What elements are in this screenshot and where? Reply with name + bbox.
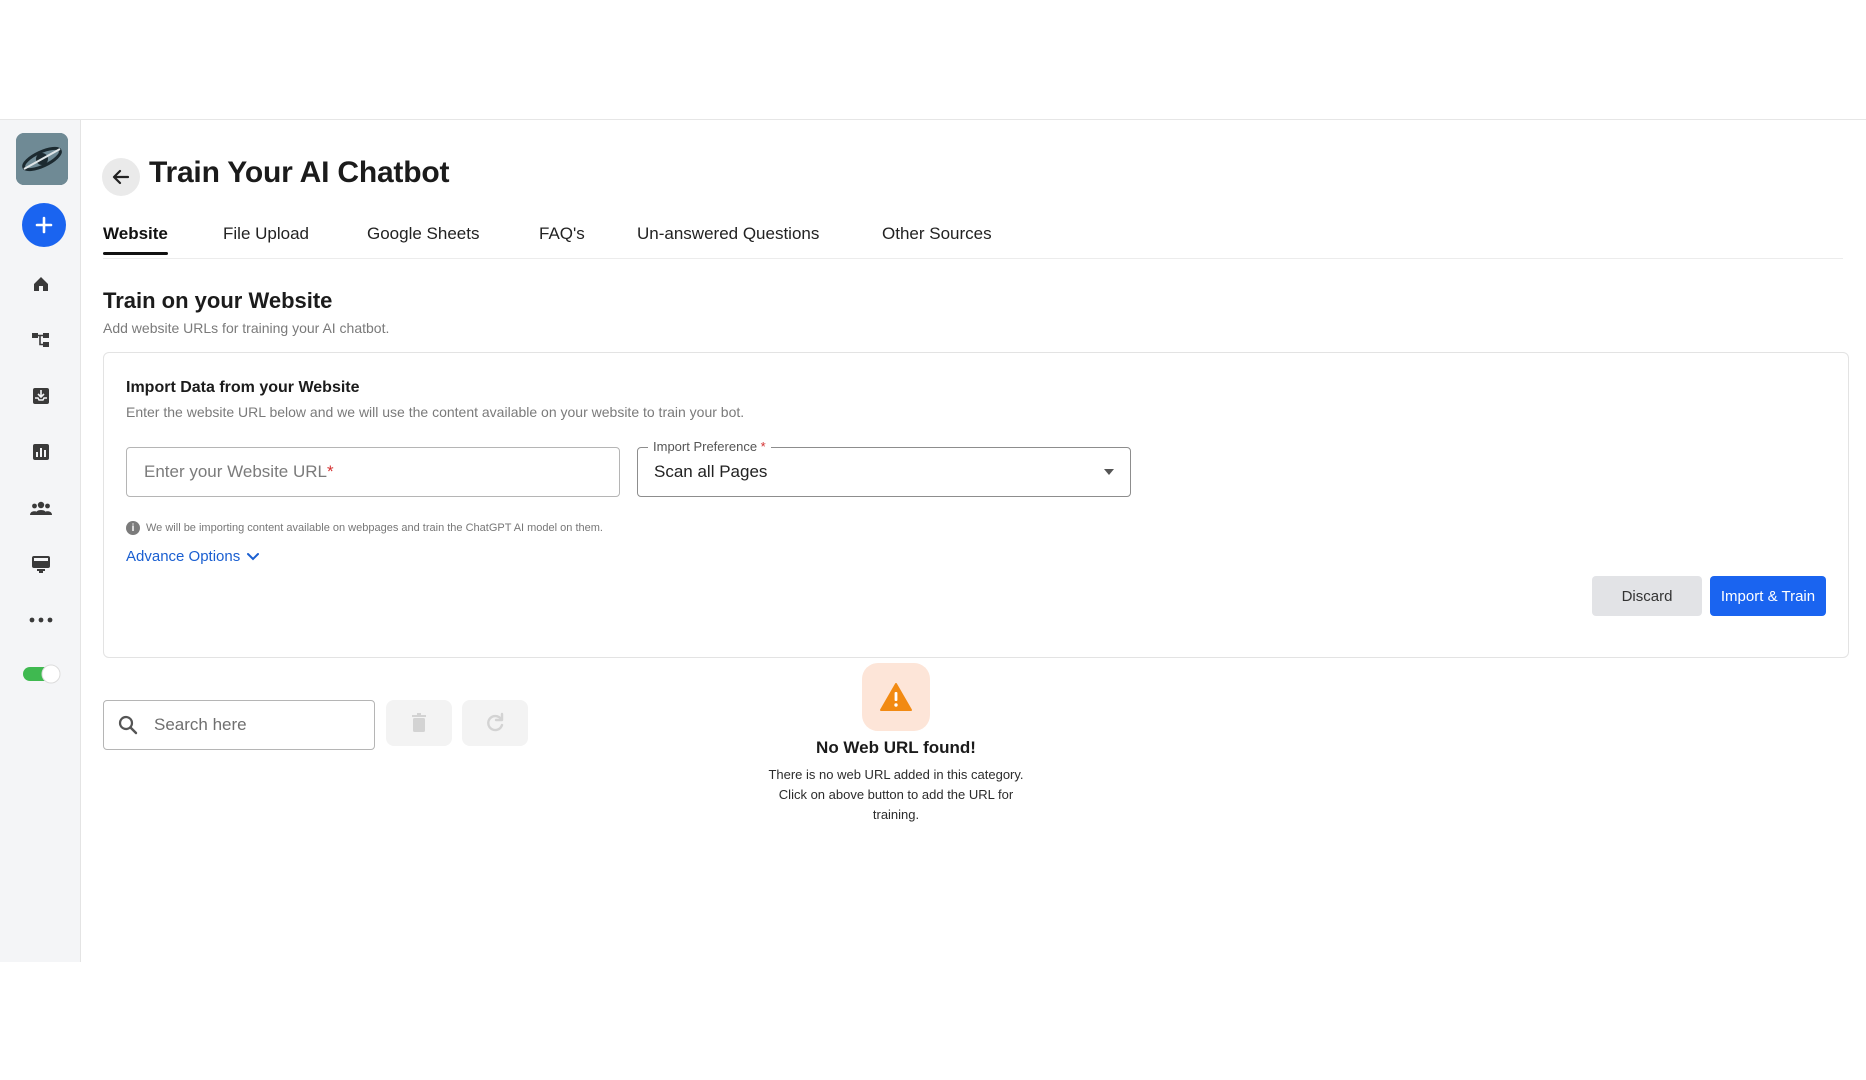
- status-toggle[interactable]: [22, 663, 61, 684]
- channel-icon[interactable]: [24, 547, 58, 581]
- bot-avatar[interactable]: [16, 133, 68, 185]
- users-icon[interactable]: [24, 491, 58, 525]
- empty-state-text: There is no web URL added in this catego…: [768, 767, 1024, 822]
- refresh-button[interactable]: [462, 700, 528, 746]
- website-url-input[interactable]: Enter your Website URL *: [126, 447, 620, 497]
- card-title: Import Data from your Website: [126, 379, 360, 396]
- select-label: Import Preference *: [648, 439, 771, 454]
- trash-icon: [412, 713, 426, 732]
- refresh-icon: [487, 712, 504, 732]
- warning-icon: [862, 663, 930, 731]
- url-placeholder: Enter your Website URL: [144, 462, 327, 481]
- tab-faqs[interactable]: FAQ's: [539, 224, 585, 244]
- chevron-down-icon: [247, 552, 260, 560]
- advance-options-label: Advance Options: [126, 548, 241, 565]
- bottom-area: [0, 962, 1866, 1080]
- tab-google-sheets[interactable]: Google Sheets: [367, 224, 479, 244]
- tab-file-upload[interactable]: File Upload: [223, 224, 309, 244]
- import-preference-select[interactable]: Import Preference * Scan all Pages: [637, 439, 1131, 497]
- tab-website[interactable]: Website: [103, 224, 168, 255]
- select-value: Scan all Pages: [654, 462, 768, 481]
- import-train-button[interactable]: Import & Train: [1710, 576, 1826, 616]
- tab-unanswered-questions[interactable]: Un-answered Questions: [637, 224, 819, 244]
- required-mark: *: [326, 462, 334, 481]
- inbox-icon[interactable]: [24, 379, 58, 413]
- section-subtitle: Add website URLs for training your AI ch…: [103, 320, 390, 336]
- info-icon: i: [126, 521, 140, 535]
- info-text: We will be importing content available o…: [146, 522, 603, 534]
- search-input[interactable]: [152, 714, 356, 736]
- back-arrow-icon[interactable]: [102, 158, 140, 196]
- discard-button[interactable]: Discard: [1592, 576, 1702, 616]
- search-box[interactable]: [103, 700, 375, 750]
- section-title: Train on your Website: [103, 288, 333, 313]
- search-icon: [118, 715, 138, 735]
- add-icon[interactable]: [22, 203, 66, 247]
- flow-icon[interactable]: [24, 323, 58, 357]
- tab-bar: Website File Upload Google Sheets FAQ's …: [103, 218, 1843, 259]
- info-note: i We will be importing content available…: [126, 521, 603, 535]
- caret-down-icon: [1104, 469, 1114, 475]
- delete-button[interactable]: [386, 700, 452, 746]
- import-card: Import Data from your Website Enter the …: [103, 352, 1849, 658]
- page-title: Train Your AI Chatbot: [149, 156, 450, 189]
- sidebar: [0, 120, 81, 962]
- empty-state-title: No Web URL found!: [816, 738, 976, 757]
- advance-options-link[interactable]: Advance Options: [126, 548, 260, 565]
- analytics-icon[interactable]: [24, 435, 58, 469]
- tab-other-sources[interactable]: Other Sources: [882, 224, 992, 244]
- more-icon[interactable]: [24, 603, 58, 637]
- home-icon[interactable]: [24, 267, 58, 301]
- main-content: Train Your AI Chatbot Website File Uploa…: [80, 120, 1866, 962]
- top-bar: [0, 0, 1866, 120]
- card-subtitle: Enter the website URL below and we will …: [126, 404, 745, 420]
